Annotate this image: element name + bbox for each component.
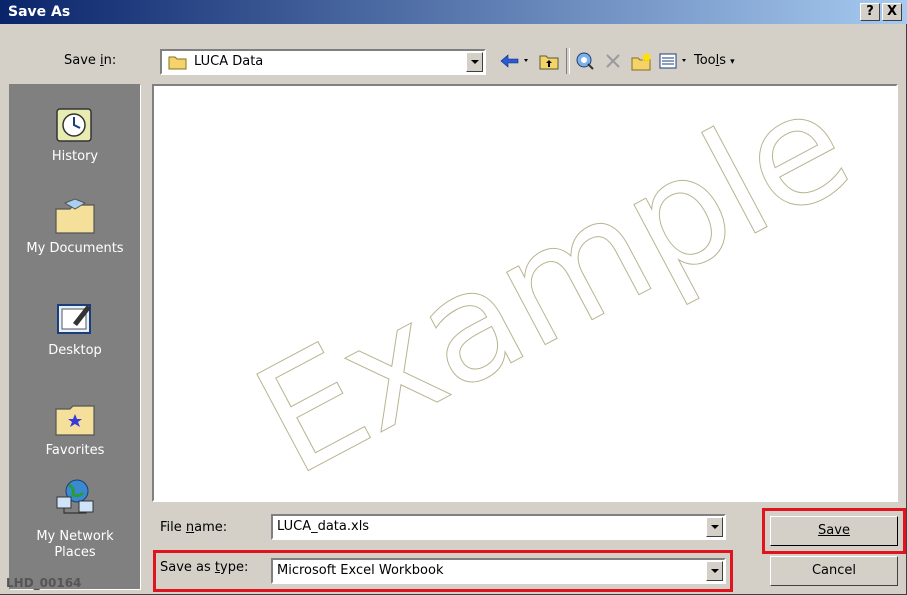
- save-as-dialog: Save As ? X Save in: LUCA Data Tools ▾ H…: [0, 0, 907, 595]
- file-name-label: File name:: [160, 520, 228, 535]
- place-favorites[interactable]: Favorites: [10, 399, 140, 459]
- my-documents-icon: [53, 197, 97, 237]
- up-folder-icon: [539, 55, 559, 70]
- place-history[interactable]: History: [10, 105, 140, 165]
- new-folder-button[interactable]: [630, 50, 654, 72]
- place-my-network-places[interactable]: My Network Places: [10, 477, 140, 561]
- delete-icon: [606, 54, 620, 68]
- place-desktop[interactable]: Desktop: [10, 299, 140, 359]
- search-web-button[interactable]: [574, 50, 596, 72]
- save-in-value: LUCA Data: [194, 54, 264, 69]
- places-bar: History My Documents Desktop Favorites M…: [9, 84, 141, 590]
- toolbar-separator: [566, 48, 570, 74]
- favorites-icon: [53, 399, 97, 439]
- close-button[interactable]: X: [882, 3, 902, 21]
- save-button-highlight: [762, 508, 906, 554]
- file-name-value: LUCA_data.xls: [277, 519, 370, 534]
- file-name-dropdown-button[interactable]: [706, 517, 723, 537]
- example-watermark: Example: [230, 84, 875, 502]
- cancel-button[interactable]: Cancel: [770, 556, 898, 586]
- cancel-button-label: Cancel: [811, 563, 857, 578]
- help-button[interactable]: ?: [860, 3, 880, 21]
- image-code-label: LHD_00164: [6, 576, 82, 590]
- history-icon: [53, 105, 97, 145]
- place-label: My Documents: [26, 241, 124, 256]
- save-in-combo[interactable]: LUCA Data: [160, 49, 486, 75]
- views-button[interactable]: [658, 50, 692, 72]
- title-bar: Save As ? X: [0, 0, 907, 24]
- search-web-icon: [576, 52, 594, 70]
- network-places-icon: [53, 477, 97, 517]
- views-icon: [659, 53, 686, 69]
- back-arrow-icon: [500, 54, 528, 68]
- file-name-input[interactable]: LUCA_data.xls: [271, 514, 726, 540]
- place-label: History: [51, 149, 99, 164]
- delete-button[interactable]: [602, 50, 624, 72]
- desktop-icon: [53, 299, 97, 339]
- place-my-documents[interactable]: My Documents: [10, 197, 140, 257]
- save-in-dropdown-button[interactable]: [466, 52, 483, 72]
- back-button[interactable]: [496, 50, 534, 72]
- folder-icon: [168, 56, 187, 70]
- tools-menu[interactable]: Tools ▾: [694, 53, 735, 68]
- place-label: My Network Places: [36, 529, 114, 560]
- place-label: Desktop: [48, 343, 102, 358]
- save-in-label: Save in:: [64, 53, 117, 68]
- up-one-level-button[interactable]: [538, 50, 560, 72]
- window-title: Save As: [8, 4, 71, 20]
- save-as-type-highlight: [153, 550, 733, 592]
- new-folder-icon: [631, 52, 652, 71]
- place-label: Favorites: [45, 443, 105, 458]
- file-list-area[interactable]: Example: [152, 84, 898, 502]
